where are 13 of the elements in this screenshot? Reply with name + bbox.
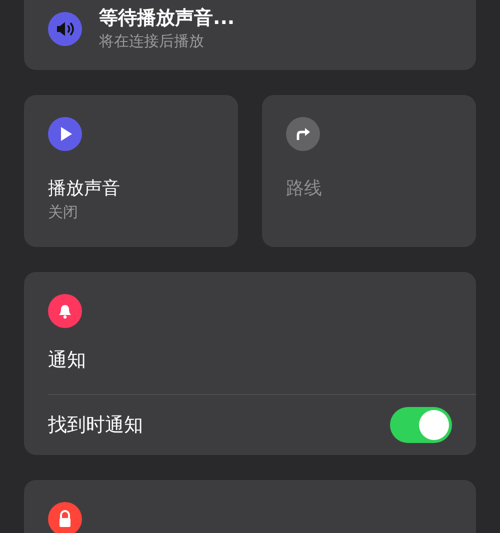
pending-sound-subtitle: 将在连接后播放: [99, 31, 205, 52]
tile-subtitle: 关闭: [48, 202, 79, 223]
toggle-label: 找到时通知: [48, 413, 143, 438]
pending-sound-title: 等待播放声音...: [99, 6, 235, 30]
notification-title: 通知: [48, 348, 87, 372]
play-icon: [48, 117, 82, 151]
toggle-switch[interactable]: [390, 407, 452, 443]
bell-icon: [48, 294, 82, 328]
tile-title: 播放声音: [48, 177, 121, 201]
action-tile[interactable]: 播放声音 关闭: [24, 95, 238, 247]
tile-title: 路线: [286, 177, 323, 201]
speaker-icon: [48, 12, 82, 46]
lock-icon: [48, 502, 82, 533]
